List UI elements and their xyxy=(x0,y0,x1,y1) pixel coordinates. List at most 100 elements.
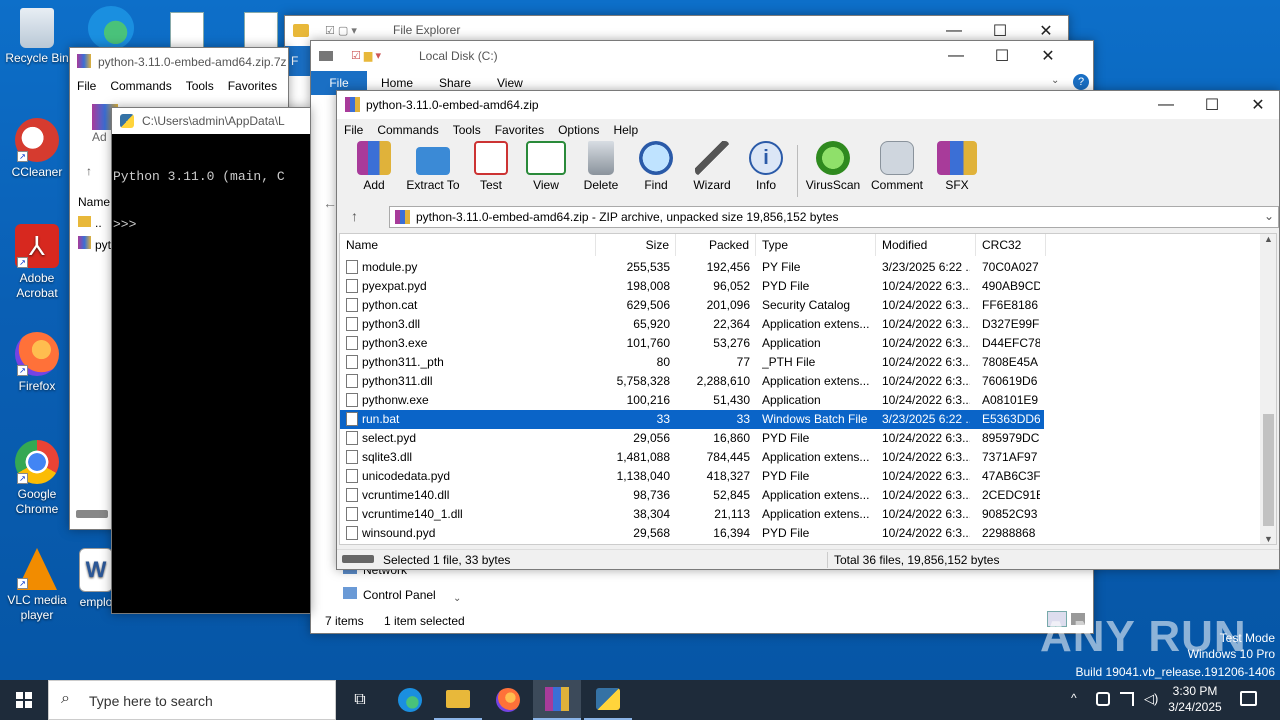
tab-home[interactable]: Home xyxy=(381,76,413,90)
toolbar-separator xyxy=(797,145,798,197)
back-arrow-icon[interactable]: ← xyxy=(323,195,337,211)
task-view-button[interactable]: ⧉ xyxy=(336,680,384,720)
menu-commands[interactable]: Commands xyxy=(110,79,171,93)
test-button[interactable]: Test xyxy=(466,141,516,192)
menu-tools[interactable]: Tools xyxy=(186,79,214,93)
sfx-button[interactable]: SFX xyxy=(932,141,982,192)
comment-button[interactable]: Comment xyxy=(867,141,927,192)
table-row[interactable]: python3.dll 65,920 22,364 Application exten… xyxy=(340,315,1044,334)
menu-help[interactable]: Help xyxy=(613,123,638,137)
search-box[interactable]: ⌕ Type here to search xyxy=(48,680,336,720)
name-header[interactable]: Name xyxy=(78,195,110,209)
image-file-desktop-icon-2[interactable] xyxy=(244,12,278,48)
vlc-shortcut[interactable]: ↗ VLC media player xyxy=(0,548,74,623)
winrar-taskbar-button[interactable] xyxy=(533,680,581,720)
tab-share[interactable]: Share xyxy=(439,76,471,90)
ccleaner-shortcut[interactable]: ↗ CCleaner xyxy=(0,118,74,180)
start-button[interactable] xyxy=(0,680,48,720)
quick-access-toolbar[interactable]: ☑ ▢ ▾ xyxy=(325,24,375,38)
scrollbar-thumb[interactable] xyxy=(1263,414,1274,526)
console-output[interactable]: Python 3.11.0 (main, C >>> xyxy=(113,137,285,265)
table-row[interactable]: python.cat 629,506 201,096 Security Catalog… xyxy=(340,296,1044,315)
up-arrow-icon[interactable]: ↑ xyxy=(86,164,92,178)
edge-taskbar-button[interactable] xyxy=(386,680,434,720)
wifi-tray-icon[interactable] xyxy=(1120,692,1134,706)
virusscan-button[interactable]: VirusScan xyxy=(803,141,863,192)
column-header-packed[interactable]: Packed xyxy=(676,234,756,256)
menu-favorites[interactable]: Favorites xyxy=(495,123,544,137)
tab-view[interactable]: View xyxy=(497,76,523,90)
file-explorer-taskbar-button[interactable] xyxy=(434,680,482,720)
menu-tools[interactable]: Tools xyxy=(453,123,481,137)
table-row[interactable]: vcruntime140_1.dll 38,304 21,113 Applicatio… xyxy=(340,505,1044,524)
python-taskbar-button[interactable] xyxy=(584,680,632,720)
table-row[interactable]: run.bat 33 33 Windows Batch File 3/23/2025 6… xyxy=(340,410,1044,429)
table-row[interactable]: pythonw.exe 100,216 51,430 Application 10/24… xyxy=(340,391,1044,410)
delete-button[interactable]: Delete xyxy=(576,141,626,192)
wizard-button[interactable]: Wizard xyxy=(687,141,737,192)
nav-scroll-down-icon[interactable]: ⌄ xyxy=(453,593,461,604)
notification-center-icon[interactable] xyxy=(1240,691,1257,706)
table-row[interactable]: module.py 255,535 192,456 PY File 3/23/2025 … xyxy=(340,258,1044,277)
add-button[interactable]: Add xyxy=(349,141,399,192)
recycle-bin-shortcut[interactable]: Recycle Bin xyxy=(0,8,74,66)
menu-favorites[interactable]: Favorites xyxy=(228,79,277,93)
table-row[interactable]: pyexpat.pyd 198,008 96,052 PYD File 10/24/20… xyxy=(340,277,1044,296)
winrar-window[interactable]: python-3.11.0-embed-amd64.zip — ☐ ✕ File… xyxy=(336,90,1280,570)
path-dropdown-icon[interactable]: ⌄ xyxy=(1264,209,1274,223)
column-header-crc32[interactable]: CRC32 xyxy=(976,234,1046,256)
clock[interactable]: 3:30 PM 3/24/2025 xyxy=(1160,683,1230,715)
find-button[interactable]: Find xyxy=(631,141,681,192)
adobe-acrobat-shortcut[interactable]: ⅄ ↗ Adobe Acrobat xyxy=(0,224,74,301)
scroll-down-arrow-icon[interactable]: ▼ xyxy=(1260,534,1276,544)
extract-to-button[interactable]: Extract To xyxy=(403,141,463,192)
table-row[interactable]: python3.exe 101,760 53,276 Application 10/24… xyxy=(340,334,1044,353)
menu-file[interactable]: File xyxy=(77,79,96,93)
menu-commands[interactable]: Commands xyxy=(377,123,438,137)
column-header-size[interactable]: Size xyxy=(596,234,676,256)
table-row[interactable]: unicodedata.pyd 1,138,040 418,327 PYD File 1… xyxy=(340,467,1044,486)
network-tray-icon[interactable] xyxy=(1096,692,1110,706)
table-row[interactable]: python311._pth 80 77 _PTH File 10/24/2022 6:… xyxy=(340,353,1044,372)
nav-item-control-panel[interactable]: Control Panel xyxy=(343,587,436,602)
firefox-taskbar-button[interactable] xyxy=(484,680,532,720)
tray-chevron-icon[interactable]: ^ xyxy=(1071,691,1077,705)
close-button[interactable]: ✕ xyxy=(1235,90,1280,120)
maximize-button[interactable]: ☐ xyxy=(979,41,1025,71)
table-row[interactable]: select.pyd 29,056 16,860 PYD File 10/24/2022… xyxy=(340,429,1044,448)
column-header-modified[interactable]: Modified xyxy=(876,234,976,256)
quick-access-toolbar[interactable]: ☑ ▆ ▾ xyxy=(351,49,381,62)
cell-text: Application extens... xyxy=(762,488,870,502)
expand-ribbon-icon[interactable]: ⌄ xyxy=(1051,75,1059,86)
table-row[interactable]: sqlite3.dll 1,481,088 784,445 Application e… xyxy=(340,448,1044,467)
minimize-button[interactable]: — xyxy=(1143,90,1189,120)
edge-desktop-icon[interactable] xyxy=(88,6,134,50)
vertical-scrollbar[interactable]: ▲ ▼ xyxy=(1260,234,1276,544)
close-button[interactable]: ✕ xyxy=(1025,41,1071,71)
menu-file[interactable]: File xyxy=(344,123,363,137)
image-file-desktop-icon[interactable] xyxy=(170,12,204,48)
cell-text: 490AB9CD xyxy=(982,279,1040,293)
minimize-button[interactable]: — xyxy=(933,41,979,71)
column-header-name[interactable]: Name xyxy=(340,234,596,256)
table-row[interactable]: winsound.pyd 29,568 16,394 PYD File 10/24/20… xyxy=(340,524,1044,543)
firefox-shortcut[interactable]: ↗ Firefox xyxy=(0,332,74,394)
info-button[interactable]: i Info xyxy=(741,141,791,192)
maximize-button[interactable]: ☐ xyxy=(1189,90,1235,120)
column-header-type[interactable]: Type xyxy=(756,234,876,256)
list-item[interactable]: pyt xyxy=(78,236,111,252)
cell-text: Application xyxy=(762,336,821,350)
python-console-window[interactable]: C:\Users\admin\AppData\L Python 3.11.0 (… xyxy=(111,107,311,614)
up-one-level-icon[interactable]: ↑ xyxy=(351,208,358,224)
table-row[interactable]: python311.dll 5,758,328 2,288,610 Applicati… xyxy=(340,372,1044,391)
help-icon[interactable]: ? xyxy=(1073,74,1089,90)
path-field[interactable]: python-3.11.0-embed-amd64.zip - ZIP arch… xyxy=(389,206,1279,228)
menu-options[interactable]: Options xyxy=(558,123,599,137)
scroll-up-arrow-icon[interactable]: ▲ xyxy=(1260,234,1276,244)
list-item[interactable]: .. xyxy=(78,216,102,230)
google-chrome-shortcut[interactable]: ↗ Google Chrome xyxy=(0,440,74,517)
volume-tray-icon[interactable]: ◁) xyxy=(1144,691,1158,707)
table-row[interactable]: vcruntime140.dll 98,736 52,845 Application … xyxy=(340,486,1044,505)
view-button[interactable]: View xyxy=(521,141,571,192)
cell-text: 47AB6C3F xyxy=(982,469,1040,483)
